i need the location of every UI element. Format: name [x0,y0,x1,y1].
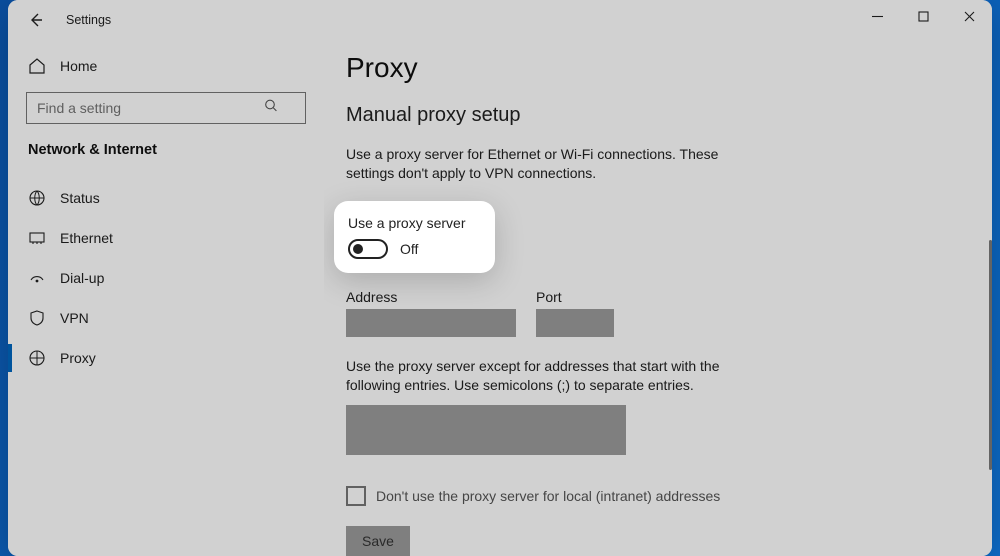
sidebar-item-label: Status [60,190,100,206]
minimize-icon [872,11,883,22]
bypass-local-row: Don't use the proxy server for local (in… [346,486,970,506]
save-button[interactable]: Save [346,526,410,556]
sidebar-item-dialup: Dial-up [8,258,324,298]
maximize-icon [918,11,929,22]
maximize-button[interactable] [900,0,946,32]
proxy-globe-icon [28,349,46,367]
port-input[interactable] [536,309,614,337]
globe-icon [28,189,46,207]
settings-window: Settings Home [8,0,992,556]
sidebar-item-ethernet: Ethernet [8,218,324,258]
proxy-toggle-state: Off [400,241,418,257]
app-window-frame: Settings Home [8,0,992,556]
window-controls [854,0,992,32]
window-body: Home Network & Internet [8,40,992,556]
sidebar-item-status: Status [8,178,324,218]
titlebar-label: Settings [66,13,111,27]
sidebar-group-label: Network & Internet [8,138,324,178]
main-content: Proxy Manual proxy setup Use a proxy ser… [324,40,992,556]
minimize-button[interactable] [854,0,900,32]
exceptions-input[interactable] [346,405,626,455]
section-title: Manual proxy setup [346,104,970,127]
titlebar: Settings [8,0,992,40]
sidebar-home[interactable]: Home [8,46,324,86]
sidebar-home-label: Home [60,58,97,74]
close-button[interactable] [946,0,992,32]
port-label: Port [536,289,614,305]
address-field: Address [346,289,516,337]
sidebar-item-vpn: VPN [8,298,324,338]
home-icon [28,57,46,75]
ethernet-icon [28,229,46,247]
sidebar-item-label: Proxy [60,350,96,366]
bypass-local-checkbox[interactable] [346,486,366,506]
exceptions-description: Use the proxy server except for addresse… [346,357,766,395]
dial-up-icon [28,269,46,287]
section-description: Use a proxy server for Ethernet or Wi-Fi… [346,145,746,183]
address-port-row: Address Port [346,289,970,337]
back-button[interactable] [20,4,52,36]
shield-icon [28,309,46,327]
proxy-toggle[interactable] [348,239,388,259]
scrollbar-thumb[interactable] [989,240,992,470]
sidebar: Home Network & Internet [8,40,324,556]
address-label: Address [346,289,516,305]
sidebar-item-proxy: Proxy [8,338,324,378]
sidebar-item-label: Ethernet [60,230,113,246]
page-title: Proxy [346,52,970,84]
sidebar-item-label: VPN [60,310,89,326]
toggle-knob-icon [353,244,363,254]
sidebar-item-label: Dial-up [60,270,104,286]
arrow-left-icon [28,12,44,28]
proxy-toggle-label: Use a proxy server [348,215,465,231]
port-field: Port [536,289,614,337]
address-input[interactable] [346,309,516,337]
proxy-toggle-card: Use a proxy server Off [334,201,495,273]
bypass-local-label: Don't use the proxy server for local (in… [376,488,720,504]
search-wrap [8,86,324,138]
close-icon [964,11,975,22]
search-input[interactable] [26,92,306,124]
